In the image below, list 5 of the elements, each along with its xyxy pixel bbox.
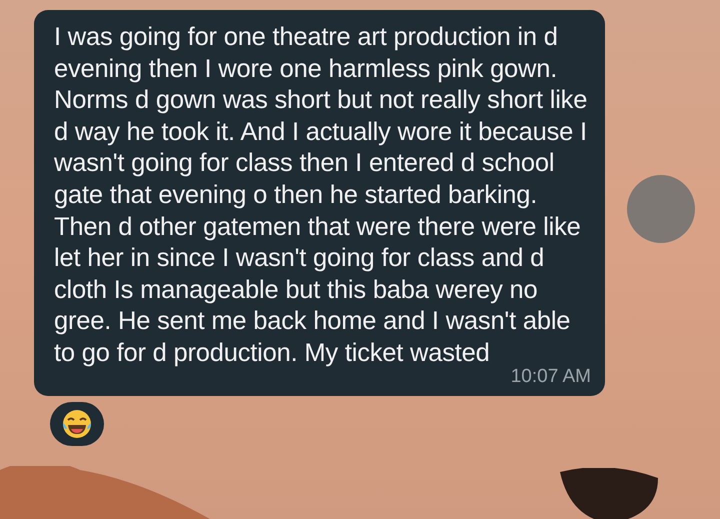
sun-drawing bbox=[626, 174, 696, 244]
message-text: I was going for one theatre art production in d evening then I wore one harmless pink gown. Norms d gown was short but not really short like d way he took it. And I actually wore it because I wasn't going for class then I entered d school gate that evening o then he started barking. Then d other gatemen that were there were like let her in since I wasn't going for class and d cloth Is manageable but this baba werey no gree. He sent me back home and I wasn't able to go for d production. My ticket wasted bbox=[54, 22, 588, 368]
message-time: 10:07 AM bbox=[510, 366, 591, 388]
laughing-face-icon bbox=[61, 408, 93, 440]
reaction-badge[interactable] bbox=[50, 402, 104, 446]
